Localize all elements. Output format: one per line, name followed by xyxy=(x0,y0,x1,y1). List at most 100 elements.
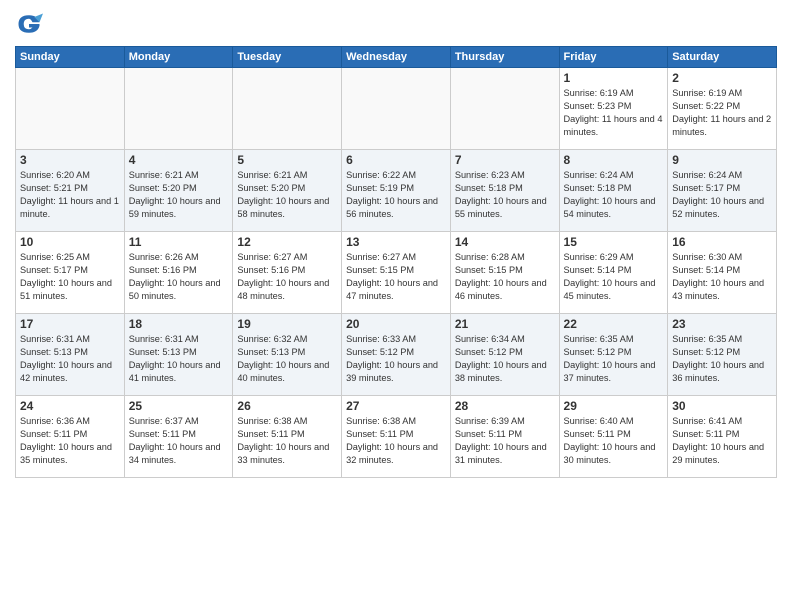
daylight-label: Daylight: 11 hours and 2 minutes. xyxy=(672,114,771,137)
calendar-cell: 30 Sunrise: 6:41 AM Sunset: 5:11 PM Dayl… xyxy=(668,396,777,478)
daylight-label: Daylight: 10 hours and 56 minutes. xyxy=(346,196,438,219)
day-info: Sunrise: 6:30 AM Sunset: 5:14 PM Dayligh… xyxy=(672,251,772,303)
sunset-label: Sunset: 5:11 PM xyxy=(237,429,304,439)
sunset-label: Sunset: 5:19 PM xyxy=(346,183,414,193)
day-info: Sunrise: 6:31 AM Sunset: 5:13 PM Dayligh… xyxy=(129,333,229,385)
daylight-label: Daylight: 10 hours and 39 minutes. xyxy=(346,360,438,383)
calendar-cell: 25 Sunrise: 6:37 AM Sunset: 5:11 PM Dayl… xyxy=(124,396,233,478)
sunrise-label: Sunrise: 6:37 AM xyxy=(129,416,199,426)
day-number: 20 xyxy=(346,317,446,331)
calendar-cell: 29 Sunrise: 6:40 AM Sunset: 5:11 PM Dayl… xyxy=(559,396,668,478)
daylight-label: Daylight: 10 hours and 52 minutes. xyxy=(672,196,764,219)
sunrise-label: Sunrise: 6:28 AM xyxy=(455,252,525,262)
day-info: Sunrise: 6:21 AM Sunset: 5:20 PM Dayligh… xyxy=(129,169,229,221)
sunset-label: Sunset: 5:20 PM xyxy=(237,183,305,193)
daylight-label: Daylight: 10 hours and 43 minutes. xyxy=(672,278,764,301)
weekday-header-tuesday: Tuesday xyxy=(233,47,342,68)
calendar-cell: 7 Sunrise: 6:23 AM Sunset: 5:18 PM Dayli… xyxy=(450,150,559,232)
day-number: 27 xyxy=(346,399,446,413)
weekday-header-sunday: Sunday xyxy=(16,47,125,68)
day-number: 21 xyxy=(455,317,555,331)
day-number: 18 xyxy=(129,317,229,331)
calendar-week-row: 10 Sunrise: 6:25 AM Sunset: 5:17 PM Dayl… xyxy=(16,232,777,314)
daylight-label: Daylight: 10 hours and 42 minutes. xyxy=(20,360,112,383)
sunrise-label: Sunrise: 6:38 AM xyxy=(237,416,307,426)
daylight-label: Daylight: 10 hours and 40 minutes. xyxy=(237,360,329,383)
day-info: Sunrise: 6:25 AM Sunset: 5:17 PM Dayligh… xyxy=(20,251,120,303)
sunrise-label: Sunrise: 6:19 AM xyxy=(672,88,742,98)
daylight-label: Daylight: 10 hours and 45 minutes. xyxy=(564,278,656,301)
day-info: Sunrise: 6:40 AM Sunset: 5:11 PM Dayligh… xyxy=(564,415,664,467)
weekday-header-monday: Monday xyxy=(124,47,233,68)
sunrise-label: Sunrise: 6:40 AM xyxy=(564,416,634,426)
sunset-label: Sunset: 5:11 PM xyxy=(346,429,413,439)
calendar-cell: 13 Sunrise: 6:27 AM Sunset: 5:15 PM Dayl… xyxy=(342,232,451,314)
sunset-label: Sunset: 5:17 PM xyxy=(20,265,88,275)
daylight-label: Daylight: 10 hours and 33 minutes. xyxy=(237,442,329,465)
day-info: Sunrise: 6:19 AM Sunset: 5:22 PM Dayligh… xyxy=(672,87,772,139)
sunrise-label: Sunrise: 6:31 AM xyxy=(20,334,90,344)
day-number: 1 xyxy=(564,71,664,85)
daylight-label: Daylight: 10 hours and 59 minutes. xyxy=(129,196,221,219)
day-info: Sunrise: 6:24 AM Sunset: 5:17 PM Dayligh… xyxy=(672,169,772,221)
sunrise-label: Sunrise: 6:24 AM xyxy=(564,170,634,180)
day-number: 6 xyxy=(346,153,446,167)
day-number: 25 xyxy=(129,399,229,413)
sunrise-label: Sunrise: 6:41 AM xyxy=(672,416,742,426)
day-number: 2 xyxy=(672,71,772,85)
calendar-cell xyxy=(124,68,233,150)
sunset-label: Sunset: 5:20 PM xyxy=(129,183,197,193)
calendar-cell: 19 Sunrise: 6:32 AM Sunset: 5:13 PM Dayl… xyxy=(233,314,342,396)
sunrise-label: Sunrise: 6:27 AM xyxy=(237,252,307,262)
sunset-label: Sunset: 5:11 PM xyxy=(455,429,522,439)
calendar-cell: 11 Sunrise: 6:26 AM Sunset: 5:16 PM Dayl… xyxy=(124,232,233,314)
sunset-label: Sunset: 5:14 PM xyxy=(672,265,740,275)
calendar-cell: 28 Sunrise: 6:39 AM Sunset: 5:11 PM Dayl… xyxy=(450,396,559,478)
sunrise-label: Sunrise: 6:27 AM xyxy=(346,252,416,262)
day-number: 29 xyxy=(564,399,664,413)
sunset-label: Sunset: 5:13 PM xyxy=(129,347,197,357)
day-info: Sunrise: 6:38 AM Sunset: 5:11 PM Dayligh… xyxy=(237,415,337,467)
sunrise-label: Sunrise: 6:22 AM xyxy=(346,170,416,180)
day-number: 13 xyxy=(346,235,446,249)
day-info: Sunrise: 6:41 AM Sunset: 5:11 PM Dayligh… xyxy=(672,415,772,467)
daylight-label: Daylight: 10 hours and 31 minutes. xyxy=(455,442,547,465)
calendar-cell: 6 Sunrise: 6:22 AM Sunset: 5:19 PM Dayli… xyxy=(342,150,451,232)
daylight-label: Daylight: 10 hours and 54 minutes. xyxy=(564,196,656,219)
sunset-label: Sunset: 5:15 PM xyxy=(346,265,414,275)
daylight-label: Daylight: 10 hours and 32 minutes. xyxy=(346,442,438,465)
day-info: Sunrise: 6:19 AM Sunset: 5:23 PM Dayligh… xyxy=(564,87,664,139)
sunset-label: Sunset: 5:12 PM xyxy=(564,347,632,357)
calendar-cell: 26 Sunrise: 6:38 AM Sunset: 5:11 PM Dayl… xyxy=(233,396,342,478)
sunrise-label: Sunrise: 6:38 AM xyxy=(346,416,416,426)
daylight-label: Daylight: 10 hours and 29 minutes. xyxy=(672,442,764,465)
calendar-cell: 18 Sunrise: 6:31 AM Sunset: 5:13 PM Dayl… xyxy=(124,314,233,396)
calendar-week-row: 17 Sunrise: 6:31 AM Sunset: 5:13 PM Dayl… xyxy=(16,314,777,396)
sunrise-label: Sunrise: 6:29 AM xyxy=(564,252,634,262)
calendar-cell: 24 Sunrise: 6:36 AM Sunset: 5:11 PM Dayl… xyxy=(16,396,125,478)
sunset-label: Sunset: 5:21 PM xyxy=(20,183,88,193)
calendar-cell: 2 Sunrise: 6:19 AM Sunset: 5:22 PM Dayli… xyxy=(668,68,777,150)
calendar-cell: 3 Sunrise: 6:20 AM Sunset: 5:21 PM Dayli… xyxy=(16,150,125,232)
day-number: 4 xyxy=(129,153,229,167)
day-number: 26 xyxy=(237,399,337,413)
day-info: Sunrise: 6:33 AM Sunset: 5:12 PM Dayligh… xyxy=(346,333,446,385)
sunrise-label: Sunrise: 6:19 AM xyxy=(564,88,634,98)
weekday-header-thursday: Thursday xyxy=(450,47,559,68)
sunset-label: Sunset: 5:13 PM xyxy=(237,347,305,357)
day-number: 28 xyxy=(455,399,555,413)
weekday-header-row: SundayMondayTuesdayWednesdayThursdayFrid… xyxy=(16,47,777,68)
weekday-header-friday: Friday xyxy=(559,47,668,68)
sunrise-label: Sunrise: 6:31 AM xyxy=(129,334,199,344)
calendar-cell: 20 Sunrise: 6:33 AM Sunset: 5:12 PM Dayl… xyxy=(342,314,451,396)
calendar-cell: 14 Sunrise: 6:28 AM Sunset: 5:15 PM Dayl… xyxy=(450,232,559,314)
daylight-label: Daylight: 10 hours and 50 minutes. xyxy=(129,278,221,301)
day-info: Sunrise: 6:28 AM Sunset: 5:15 PM Dayligh… xyxy=(455,251,555,303)
day-number: 19 xyxy=(237,317,337,331)
day-info: Sunrise: 6:38 AM Sunset: 5:11 PM Dayligh… xyxy=(346,415,446,467)
day-info: Sunrise: 6:31 AM Sunset: 5:13 PM Dayligh… xyxy=(20,333,120,385)
sunset-label: Sunset: 5:13 PM xyxy=(20,347,88,357)
day-number: 7 xyxy=(455,153,555,167)
calendar-cell: 4 Sunrise: 6:21 AM Sunset: 5:20 PM Dayli… xyxy=(124,150,233,232)
day-number: 5 xyxy=(237,153,337,167)
